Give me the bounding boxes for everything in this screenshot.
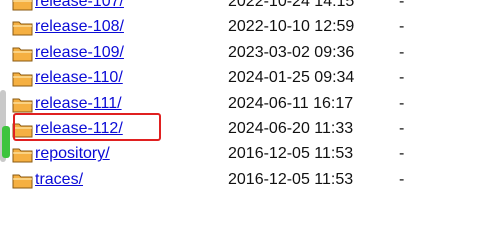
size-value: - — [399, 0, 405, 10]
folder-icon — [12, 148, 33, 163]
list-item: release-109/ 2023-03-02 09:36 - — [0, 40, 477, 65]
modified-date: 2016-12-05 11:53 — [228, 145, 354, 163]
list-item: release-108/ 2022-10-10 12:59 - — [0, 14, 477, 39]
list-item: repository/ 2016-12-05 11:53 - — [0, 141, 477, 166]
folder-icon — [12, 21, 33, 36]
scrollbar-thumb[interactable] — [2, 126, 10, 158]
directory-listing-viewport: release-107/ 2022-10-24 14:15 - release-… — [0, 0, 477, 200]
folder-icon — [12, 98, 33, 113]
folder-link[interactable]: release-108/ — [35, 14, 124, 39]
size-value: - — [399, 145, 405, 163]
size-value: - — [399, 43, 405, 61]
folder-link[interactable]: release-111/ — [35, 91, 122, 116]
modified-date: 2024-06-11 16:17 — [228, 94, 354, 112]
folder-link[interactable]: release-107/ — [35, 0, 124, 14]
folder-icon — [12, 123, 33, 138]
list-item: traces/ 2016-12-05 11:53 - — [0, 167, 477, 192]
list-item: release-110/ 2024-01-25 09:34 - — [0, 65, 477, 90]
folder-icon — [12, 0, 33, 11]
size-value: - — [399, 69, 405, 87]
list-item: release-112/ 2024-06-20 11:33 - — [0, 116, 477, 141]
directory-listing: release-107/ 2022-10-24 14:15 - release-… — [0, 0, 477, 192]
list-item: release-107/ 2022-10-24 14:15 - — [0, 0, 477, 14]
modified-date: 2022-10-10 12:59 — [228, 18, 355, 36]
size-value: - — [399, 94, 405, 112]
size-value: - — [399, 119, 405, 137]
size-value: - — [399, 170, 405, 188]
folder-link[interactable]: repository/ — [35, 141, 110, 166]
folder-link[interactable]: release-109/ — [35, 40, 124, 65]
folder-icon — [12, 174, 33, 189]
modified-date: 2016-12-05 11:53 — [228, 170, 354, 188]
list-item: release-111/ 2024-06-11 16:17 - — [0, 91, 477, 116]
folder-link[interactable]: release-112/ — [35, 116, 123, 141]
modified-date: 2024-06-20 11:33 — [228, 119, 354, 137]
modified-date: 2024-01-25 09:34 — [228, 69, 355, 87]
size-value: - — [399, 18, 405, 36]
folder-icon — [12, 47, 33, 62]
modified-date: 2022-10-24 14:15 — [228, 0, 355, 10]
folder-icon — [12, 72, 33, 87]
modified-date: 2023-03-02 09:36 — [228, 43, 355, 61]
folder-link[interactable]: release-110/ — [35, 65, 123, 90]
folder-link[interactable]: traces/ — [35, 167, 83, 192]
